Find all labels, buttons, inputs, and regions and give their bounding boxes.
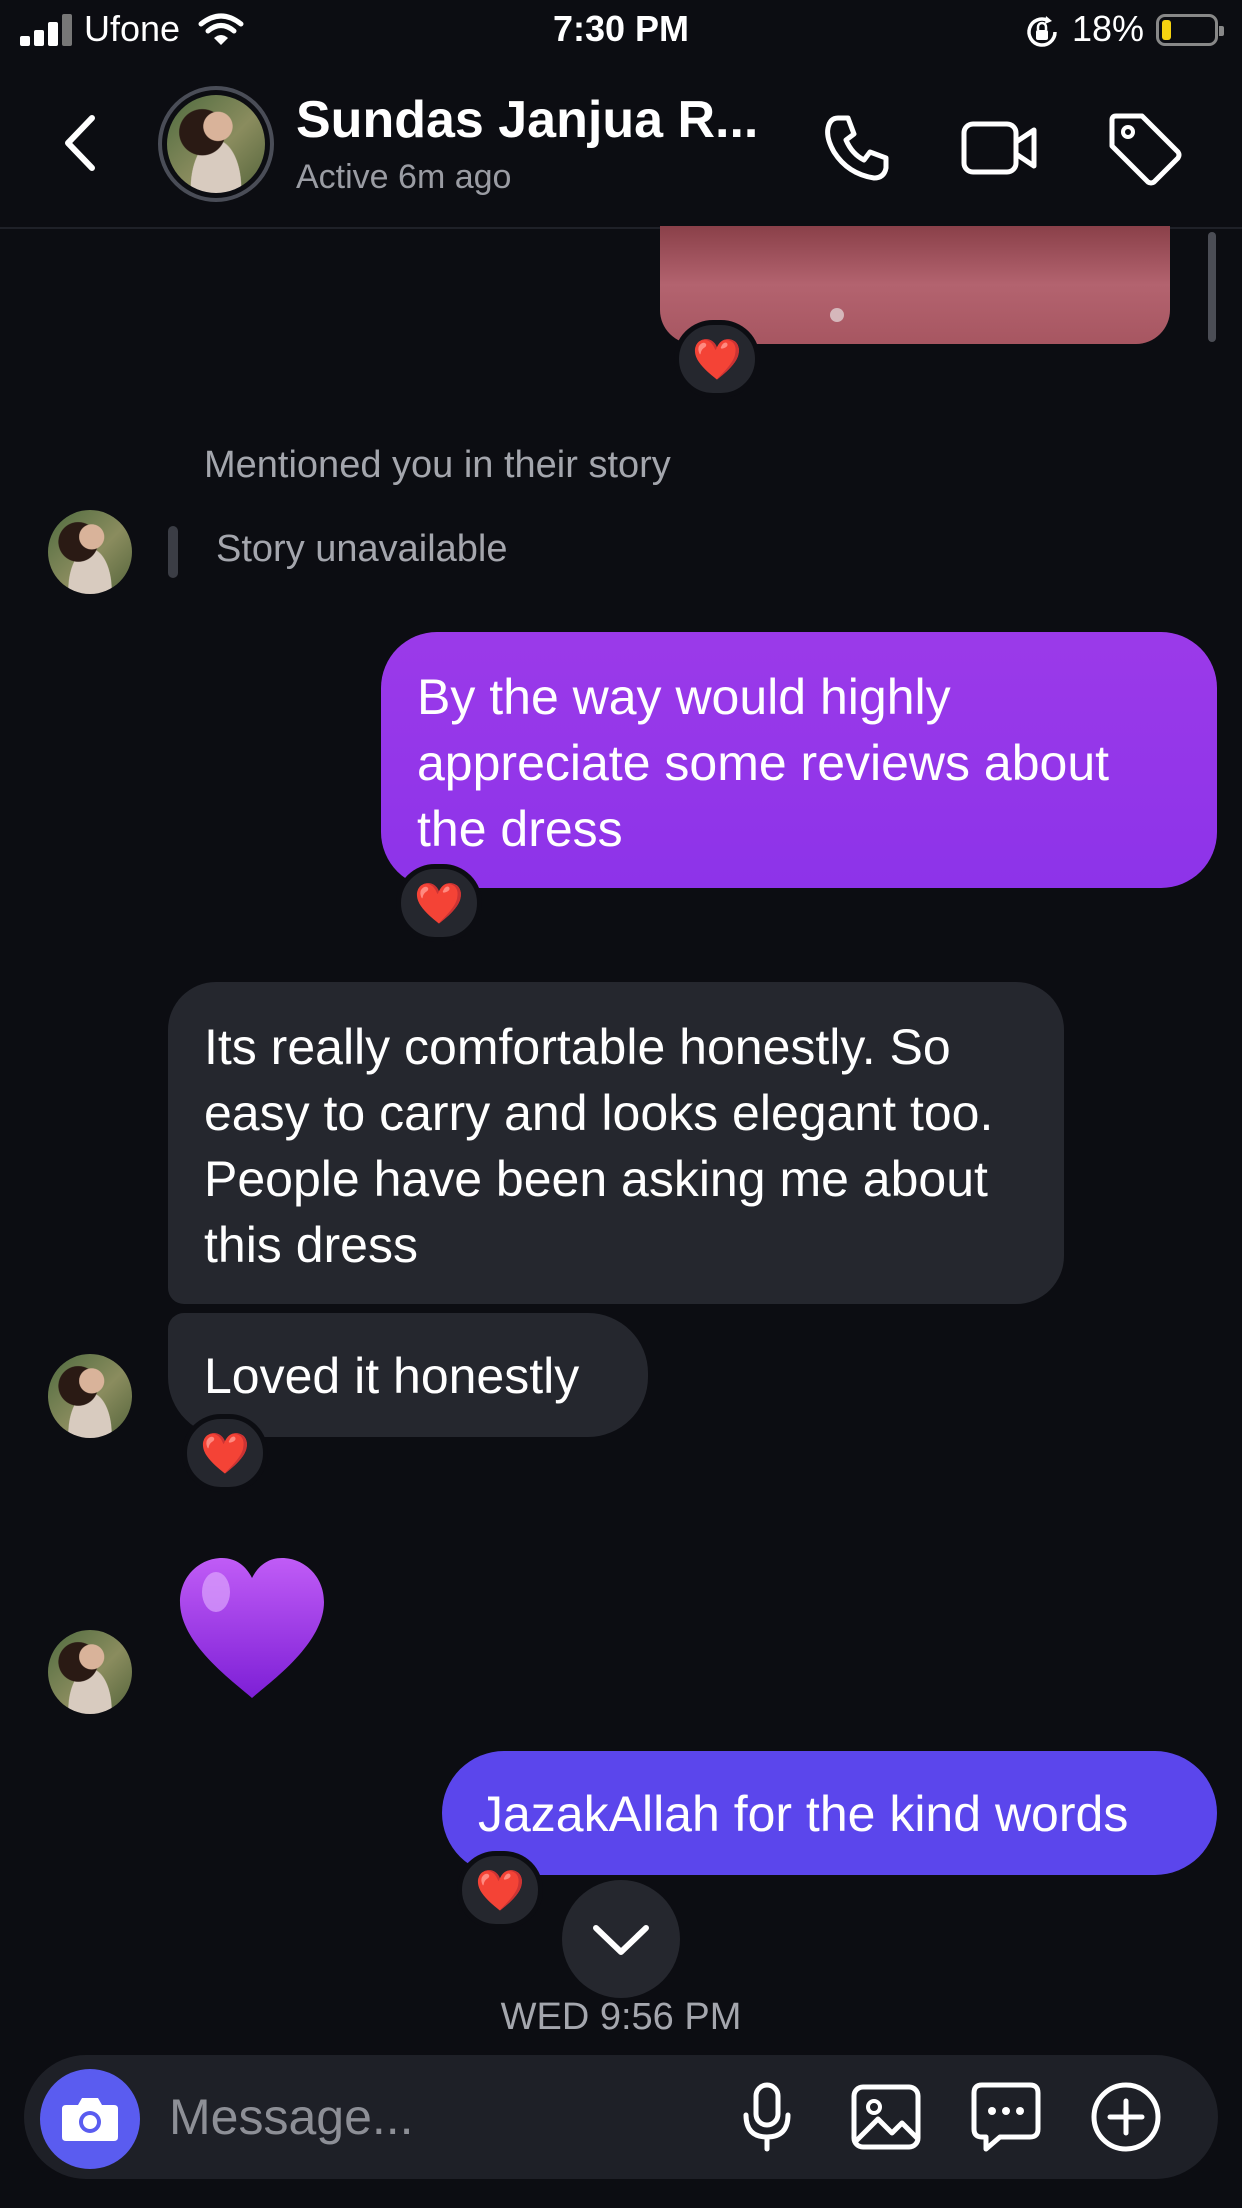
- message-input[interactable]: [169, 2081, 689, 2153]
- story-unavailable-label[interactable]: Story unavailable: [216, 528, 508, 571]
- gallery-icon[interactable]: [846, 2077, 926, 2157]
- reaction-heart[interactable]: ❤️: [457, 1851, 543, 1929]
- contact-name[interactable]: Sundas Janjua R...: [296, 90, 776, 150]
- battery-icon: [1156, 14, 1224, 46]
- message-composer: [24, 2055, 1218, 2179]
- story-reply-bar: [168, 526, 178, 578]
- outgoing-message[interactable]: JazakAllah for the kind words: [442, 1751, 1217, 1875]
- orientation-lock-icon: [1027, 16, 1057, 47]
- tag-icon[interactable]: [1104, 108, 1184, 188]
- add-icon[interactable]: [1086, 2077, 1166, 2157]
- incoming-message[interactable]: Its really comfortable honestly. So easy…: [168, 982, 1064, 1304]
- purple-heart-emoji[interactable]: [172, 1548, 332, 1708]
- back-chevron-icon[interactable]: [52, 108, 112, 178]
- battery-percent: 18%: [1072, 8, 1145, 49]
- camera-button[interactable]: [40, 2069, 140, 2169]
- outgoing-message[interactable]: By the way would highly appreciate some …: [381, 632, 1217, 888]
- avatar[interactable]: [48, 1354, 132, 1438]
- avatar[interactable]: [48, 1630, 132, 1714]
- reaction-heart[interactable]: ❤️: [674, 320, 760, 398]
- scrollbar[interactable]: [1208, 232, 1216, 342]
- camera-icon: [62, 2098, 118, 2141]
- chevron-down-icon: [593, 1925, 649, 1955]
- story-mention-label: Mentioned you in their story: [204, 444, 671, 486]
- timestamp: WED 9:56 PM: [500, 1996, 742, 2038]
- contact-avatar[interactable]: [158, 86, 274, 202]
- status-bar: Ufone 7:30 PM 18%: [0, 0, 1242, 62]
- video-call-icon[interactable]: [960, 108, 1040, 188]
- reaction-heart[interactable]: ❤️: [396, 864, 482, 942]
- sticker-chat-icon[interactable]: [966, 2077, 1046, 2157]
- reaction-heart[interactable]: ❤️: [182, 1414, 268, 1492]
- microphone-icon[interactable]: [727, 2077, 807, 2157]
- avatar[interactable]: [48, 510, 132, 594]
- chat-header: Sundas Janjua R... Active 6m ago: [0, 62, 1242, 229]
- scroll-to-bottom-button[interactable]: [562, 1880, 680, 1998]
- active-status: Active 6m ago: [296, 158, 512, 196]
- phone-icon[interactable]: [816, 108, 896, 188]
